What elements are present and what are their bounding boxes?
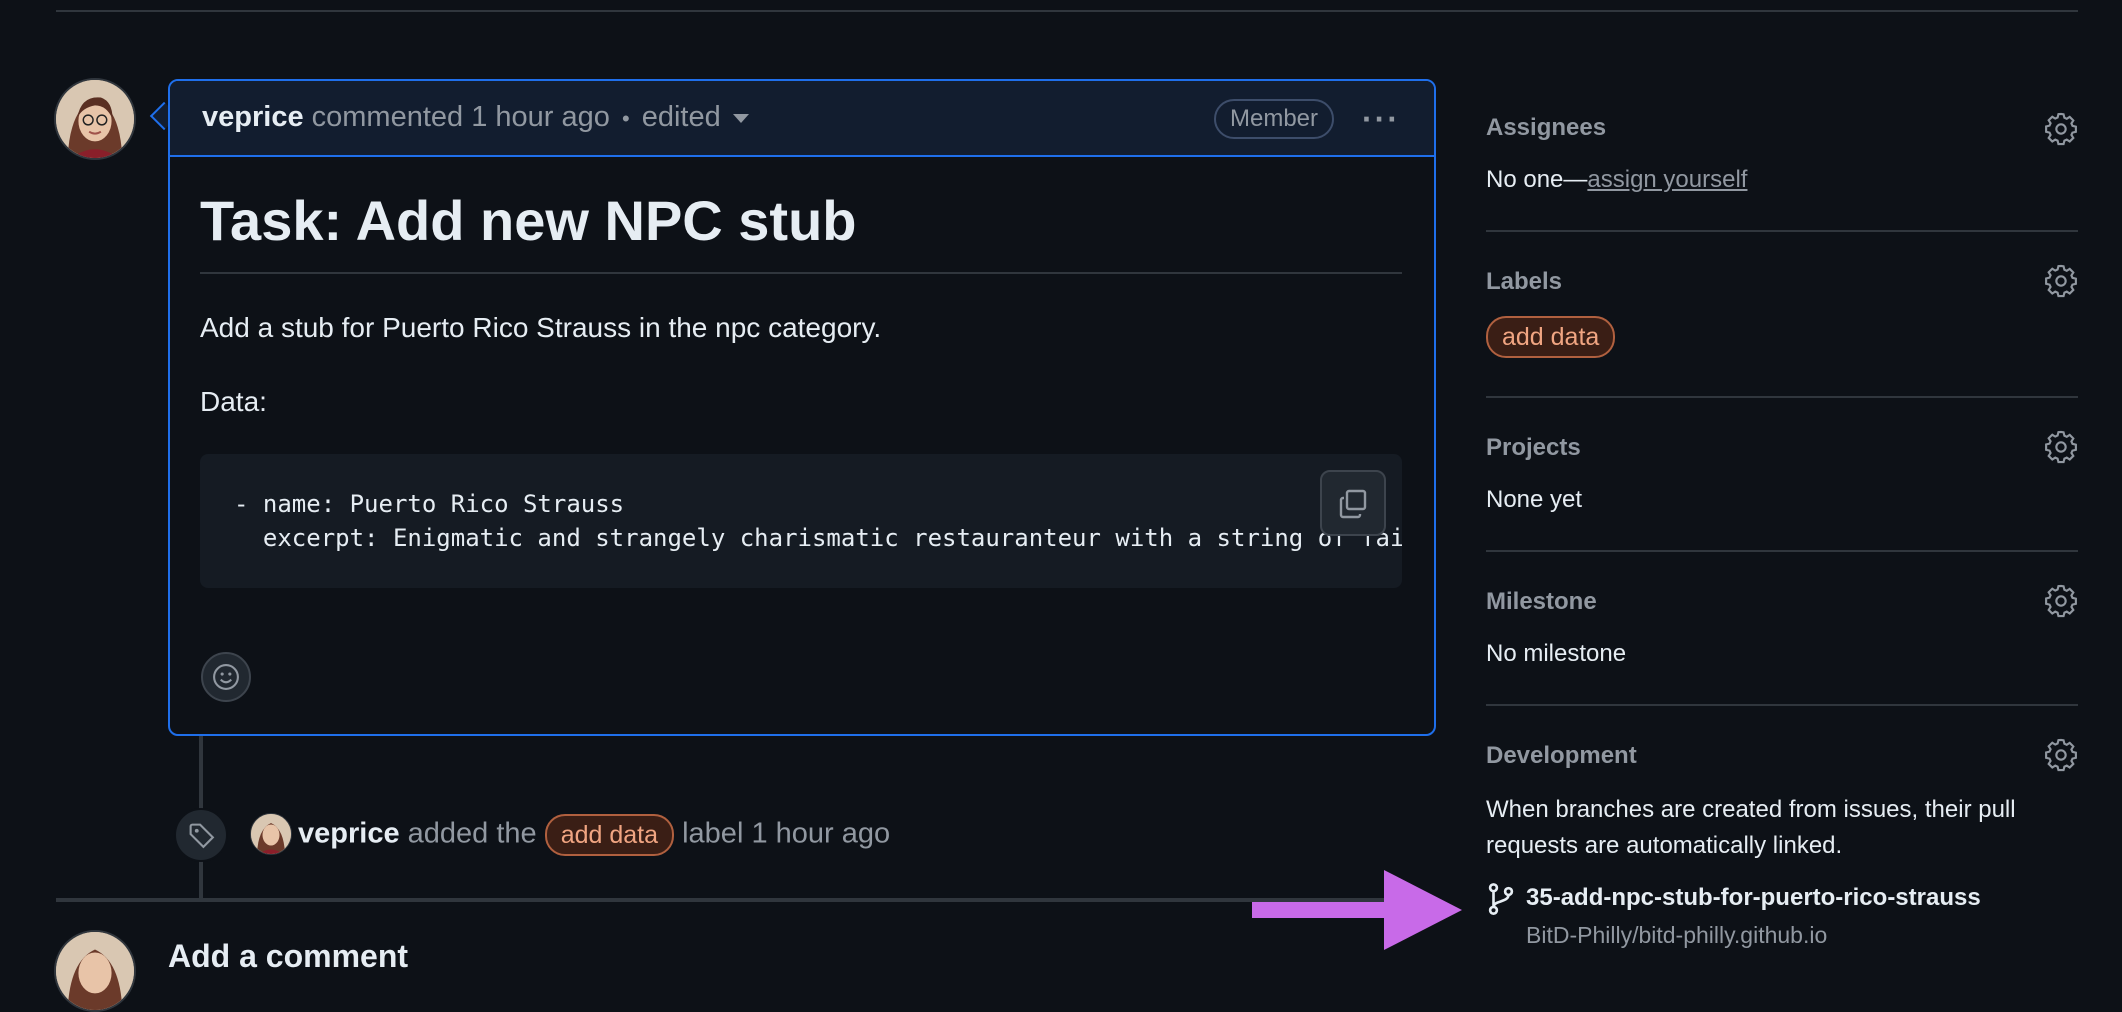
- code-line: excerpt: Enigmatic and strangely charism…: [234, 524, 1402, 552]
- copy-icon: [1339, 489, 1367, 519]
- labels-heading[interactable]: Labels: [1486, 268, 1562, 296]
- member-badge: Member: [1214, 99, 1335, 139]
- event-author-link[interactable]: veprice: [298, 818, 400, 850]
- annotation-arrow-icon: [1252, 870, 1462, 950]
- assignees-heading[interactable]: Assignees: [1486, 114, 1606, 142]
- comment-header-text: veprice commented 1 hour ago • edited: [202, 101, 749, 134]
- git-branch-icon: [1488, 883, 1514, 915]
- comment-timestamp[interactable]: commented 1 hour ago: [312, 101, 610, 133]
- chevron-down-icon: [732, 113, 749, 123]
- gear-icon[interactable]: [2044, 264, 2078, 298]
- event-author-avatar[interactable]: [250, 813, 292, 855]
- current-user-avatar: [54, 930, 136, 1012]
- linked-branch-link[interactable]: 35-add-npc-stub-for-puerto-rico-strauss: [1526, 884, 1981, 912]
- development-description: When branches are created from issues, t…: [1486, 796, 2016, 859]
- linked-repo-name: BitD-Philly/bitd-philly.github.io: [1526, 922, 1828, 948]
- assignees-empty-text: No one—: [1486, 166, 1588, 193]
- avatar-image: [56, 80, 134, 158]
- assign-yourself-link[interactable]: assign yourself: [1587, 166, 1747, 193]
- comment-author-link[interactable]: veprice: [202, 101, 304, 133]
- title-divider: [200, 272, 1402, 274]
- code-block[interactable]: - name: Puerto Rico Strauss excerpt: Eni…: [200, 454, 1402, 588]
- avatar-image: [56, 932, 134, 1010]
- label-event: veprice added the add data label 1 hour …: [298, 814, 890, 856]
- assignees-value: No one—assign yourself: [1486, 166, 1747, 194]
- sidebar-divider: [1486, 550, 2078, 552]
- sidebar-divider: [1486, 704, 2078, 706]
- sidebar-divider: [1486, 230, 2078, 232]
- gear-icon[interactable]: [2044, 738, 2078, 772]
- event-suffix[interactable]: label 1 hour ago: [682, 818, 890, 850]
- milestone-value: No milestone: [1486, 640, 1627, 667]
- add-comment-heading: Add a comment: [168, 938, 409, 974]
- body-data-label: Data:: [200, 386, 267, 417]
- gear-icon[interactable]: [2044, 112, 2078, 146]
- gear-icon[interactable]: [2044, 430, 2078, 464]
- edited-label: edited: [641, 101, 721, 133]
- edited-dropdown[interactable]: edited: [642, 101, 749, 133]
- add-reaction-button[interactable]: [201, 652, 251, 702]
- comment-header: veprice commented 1 hour ago • edited Me…: [170, 81, 1434, 157]
- development-heading[interactable]: Development: [1486, 742, 1637, 770]
- milestone-heading[interactable]: Milestone: [1486, 588, 1597, 616]
- event-action: added the: [407, 817, 537, 850]
- gear-icon[interactable]: [2044, 584, 2078, 618]
- label-event-badge: [174, 808, 228, 862]
- avatar-image: [251, 814, 291, 854]
- smiley-icon: [213, 664, 239, 690]
- event-label-add-data[interactable]: add data: [544, 814, 675, 856]
- top-divider: [56, 10, 2078, 12]
- issue-title: Task: Add new NPC stub: [200, 189, 857, 252]
- comment-card: veprice commented 1 hour ago • edited Me…: [168, 79, 1436, 736]
- comment-author-avatar[interactable]: [54, 78, 136, 160]
- labels-value: add data: [1486, 316, 1616, 358]
- separator-dot: •: [621, 106, 630, 131]
- sidebar-divider: [1486, 396, 2078, 398]
- tag-icon: [189, 823, 215, 849]
- more-options-button[interactable]: ···: [1362, 101, 1400, 138]
- projects-heading[interactable]: Projects: [1486, 434, 1581, 462]
- copy-button[interactable]: [1320, 470, 1386, 536]
- sidebar-label-add-data[interactable]: add data: [1486, 316, 1616, 358]
- code-line: - name: Puerto Rico Strauss: [234, 490, 625, 518]
- timeline-end-divider: [56, 898, 1436, 902]
- projects-value: None yet: [1486, 486, 1583, 513]
- body-paragraph: Add a stub for Puerto Rico Strauss in th…: [200, 312, 882, 343]
